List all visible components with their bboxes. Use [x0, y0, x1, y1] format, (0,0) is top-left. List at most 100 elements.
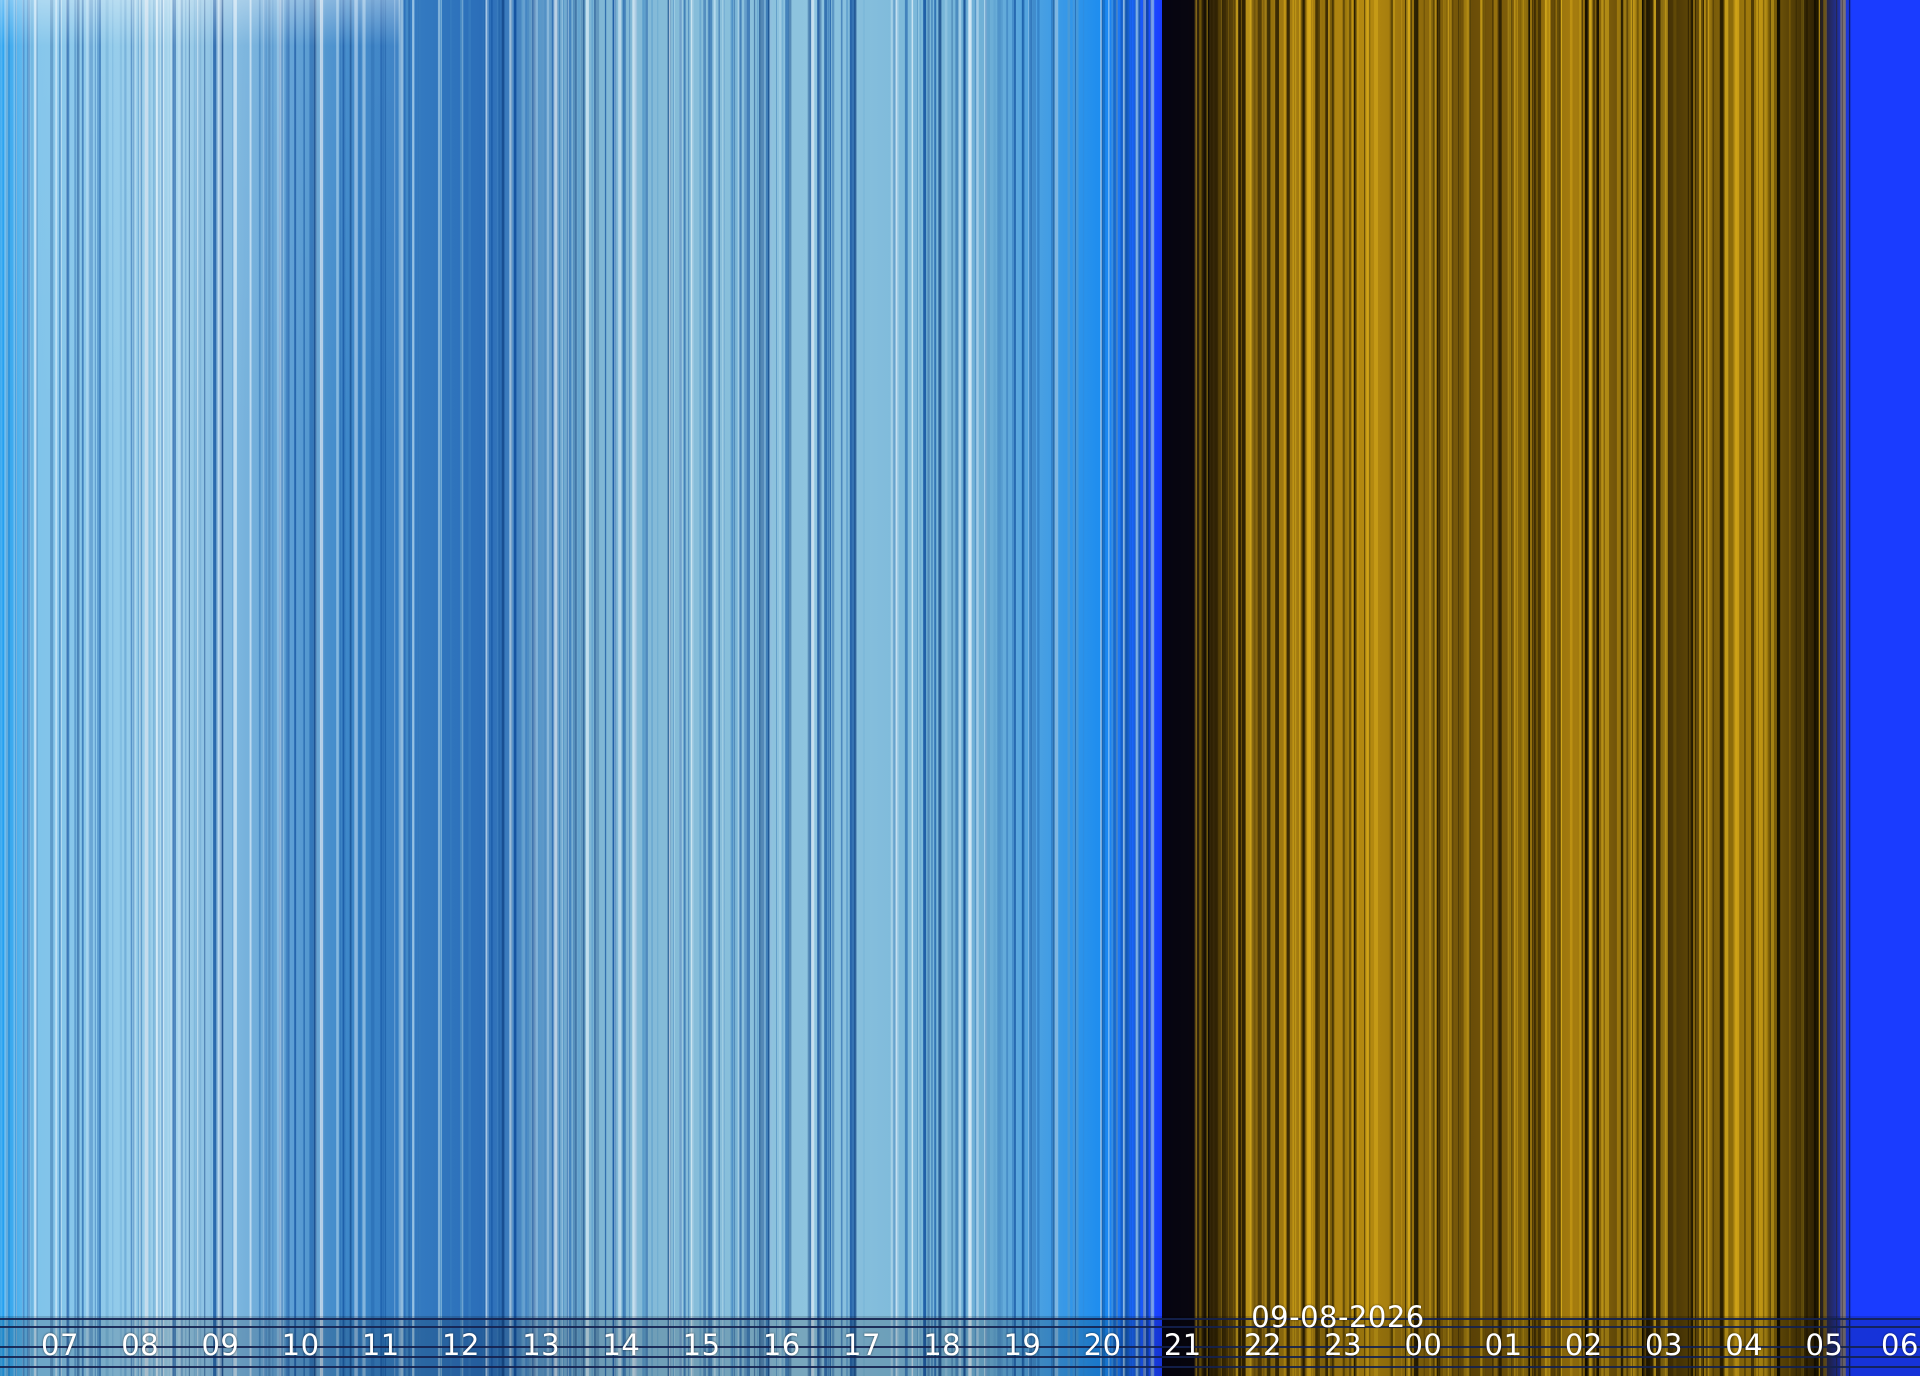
streak — [487, 0, 490, 1376]
streak — [1546, 0, 1551, 1376]
streak — [569, 0, 572, 1376]
streak — [1514, 0, 1516, 1376]
hour-label-17: 17 — [843, 1328, 881, 1362]
streak — [690, 0, 694, 1376]
streak — [761, 0, 764, 1376]
streak — [498, 0, 500, 1376]
date-stamp: 09-08-2026 — [1251, 1300, 1425, 1334]
streak — [1724, 0, 1729, 1376]
streak — [1559, 0, 1561, 1376]
streak — [1818, 0, 1820, 1376]
hour-label-21: 21 — [1163, 1328, 1202, 1362]
streak — [1766, 0, 1768, 1376]
streak — [1777, 0, 1781, 1376]
streak — [958, 0, 962, 1376]
streak — [1695, 0, 1696, 1376]
streak — [1414, 0, 1416, 1376]
streak — [708, 0, 713, 1376]
streak — [993, 0, 996, 1376]
streak — [1795, 0, 1797, 1376]
streak — [539, 0, 541, 1376]
streak — [1673, 0, 1677, 1376]
streak — [1562, 0, 1563, 1376]
streak — [863, 0, 865, 1376]
streak — [1127, 0, 1130, 1376]
streak — [546, 0, 550, 1376]
streak — [554, 0, 558, 1376]
streak — [1111, 0, 1114, 1376]
streak — [1463, 0, 1468, 1376]
streak — [441, 0, 442, 1376]
hour-label-16: 16 — [762, 1328, 801, 1362]
streak — [412, 0, 415, 1376]
streak — [1459, 0, 1461, 1376]
streak — [1270, 0, 1274, 1376]
streak — [1108, 0, 1110, 1376]
streak — [680, 0, 683, 1376]
hour-label-19: 19 — [1003, 1328, 1042, 1362]
streak — [738, 0, 740, 1376]
streak — [735, 0, 737, 1376]
streak — [1365, 0, 1369, 1376]
hour-label-01: 01 — [1484, 1328, 1523, 1362]
streak — [1328, 0, 1329, 1376]
streak — [776, 0, 777, 1376]
streak — [1199, 0, 1203, 1376]
streak — [629, 0, 631, 1376]
streak — [1806, 0, 1808, 1376]
streak — [618, 0, 622, 1376]
streak — [1823, 0, 1827, 1376]
streak — [1774, 0, 1776, 1376]
streak — [746, 0, 750, 1376]
hour-label-06: 06 — [1881, 1328, 1919, 1362]
streak — [968, 0, 971, 1376]
streak — [1266, 0, 1271, 1376]
streak — [1751, 0, 1754, 1376]
streak — [1353, 0, 1356, 1376]
hour-label-13: 13 — [522, 1328, 561, 1362]
streak — [938, 0, 942, 1376]
streak — [1597, 0, 1599, 1376]
streak — [1292, 0, 1297, 1376]
streak — [779, 0, 781, 1376]
streak — [591, 0, 594, 1376]
streak — [1222, 0, 1223, 1376]
streak — [1222, 0, 1226, 1376]
hour-label-03: 03 — [1645, 1328, 1683, 1362]
streak — [437, 0, 441, 1376]
streak — [657, 0, 659, 1376]
streak — [544, 0, 547, 1376]
streak — [491, 0, 493, 1376]
streak — [1102, 0, 1106, 1376]
streak — [1210, 0, 1213, 1376]
baseline-rule — [0, 1318, 1920, 1320]
streak — [1623, 0, 1627, 1376]
streak — [1228, 0, 1229, 1376]
streak — [574, 0, 577, 1376]
streak — [917, 0, 918, 1376]
hour-label-12: 12 — [442, 1328, 480, 1362]
streak — [753, 0, 756, 1376]
streak — [679, 0, 681, 1376]
streak — [785, 0, 789, 1376]
streak — [529, 0, 532, 1376]
streak — [561, 0, 563, 1376]
streak — [759, 0, 762, 1376]
streak — [769, 0, 773, 1376]
streak — [904, 0, 908, 1376]
streak — [1601, 0, 1604, 1376]
streak — [1299, 0, 1300, 1376]
streak — [645, 0, 648, 1376]
streak — [824, 0, 827, 1376]
streak — [688, 0, 690, 1376]
streak — [1449, 0, 1453, 1376]
hour-label-08: 08 — [121, 1328, 160, 1362]
streak — [1242, 0, 1246, 1376]
streak — [963, 0, 965, 1376]
streak — [1687, 0, 1689, 1376]
streak — [673, 0, 674, 1376]
streak — [573, 0, 574, 1376]
streak — [1636, 0, 1641, 1376]
streak — [632, 0, 637, 1376]
streak — [1206, 0, 1208, 1376]
